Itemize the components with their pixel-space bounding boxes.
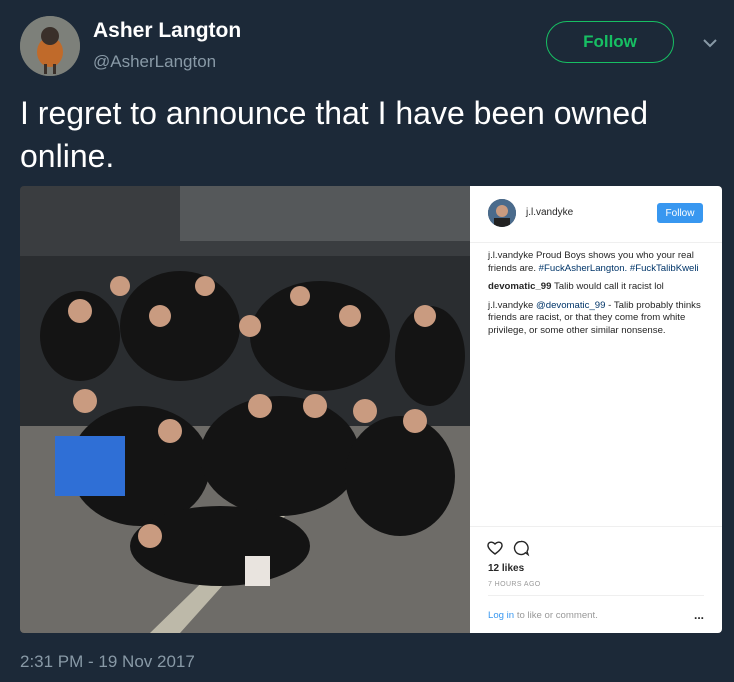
ig-caption-user[interactable]: j.l.vandyke <box>488 250 533 261</box>
ig-more-options[interactable]: ... <box>694 608 704 622</box>
ig-login-row: Log in to like or comment. ... <box>488 595 704 622</box>
ig-comments: j.l.vandyke Proud Boys shows you who you… <box>488 250 708 344</box>
chevron-down-icon[interactable] <box>701 34 719 52</box>
comment-icon[interactable] <box>512 539 530 557</box>
author-handle[interactable]: @AsherLangton <box>93 52 216 72</box>
ig-follow-button[interactable]: Follow <box>657 203 703 223</box>
ig-comment-1-user[interactable]: devomatic_99 <box>488 281 551 292</box>
author-display-name[interactable]: Asher Langton <box>93 19 241 43</box>
ig-comment-2: j.l.vandyke @devomatic_99 - Talib probab… <box>488 300 708 338</box>
ig-comment-2-mention[interactable]: @devomatic_99 <box>536 300 605 311</box>
author-avatar[interactable] <box>20 16 80 76</box>
ig-time: 7 HOURS AGO <box>488 581 541 588</box>
ig-comment-2-user[interactable]: j.l.vandyke <box>488 300 533 311</box>
tweet-timestamp[interactable]: 2:31 PM - 19 Nov 2017 <box>20 652 195 672</box>
follow-button[interactable]: Follow <box>546 21 674 63</box>
tweet-text: I regret to announce that I have been ow… <box>20 95 649 174</box>
ig-avatar[interactable] <box>488 199 516 227</box>
tweet-media[interactable]: j.l.vandyke Follow j.l.vandyke Proud Boy… <box>20 186 722 633</box>
ig-username[interactable]: j.l.vandyke <box>526 207 573 218</box>
ig-comment-1: devomatic_99 Talib would call it racist … <box>488 281 708 294</box>
ig-login-link[interactable]: Log in <box>488 610 514 621</box>
ig-actions: 12 likes 7 HOURS AGO Log in to like or c… <box>470 526 722 633</box>
ig-comment-1-text: Talib would call it racist lol <box>553 281 664 293</box>
group-photo <box>20 186 470 633</box>
ig-header: j.l.vandyke Follow <box>470 186 722 243</box>
ig-caption: j.l.vandyke Proud Boys shows you who you… <box>488 250 708 275</box>
ig-caption-tags[interactable]: #FuckAsherLangton. #FuckTalibKweli <box>539 263 699 274</box>
ig-likes[interactable]: 12 likes <box>488 563 524 574</box>
heart-icon[interactable] <box>486 539 504 557</box>
ig-login-text: to like or comment. <box>516 610 598 621</box>
instagram-embed[interactable]: j.l.vandyke Follow j.l.vandyke Proud Boy… <box>470 186 722 633</box>
